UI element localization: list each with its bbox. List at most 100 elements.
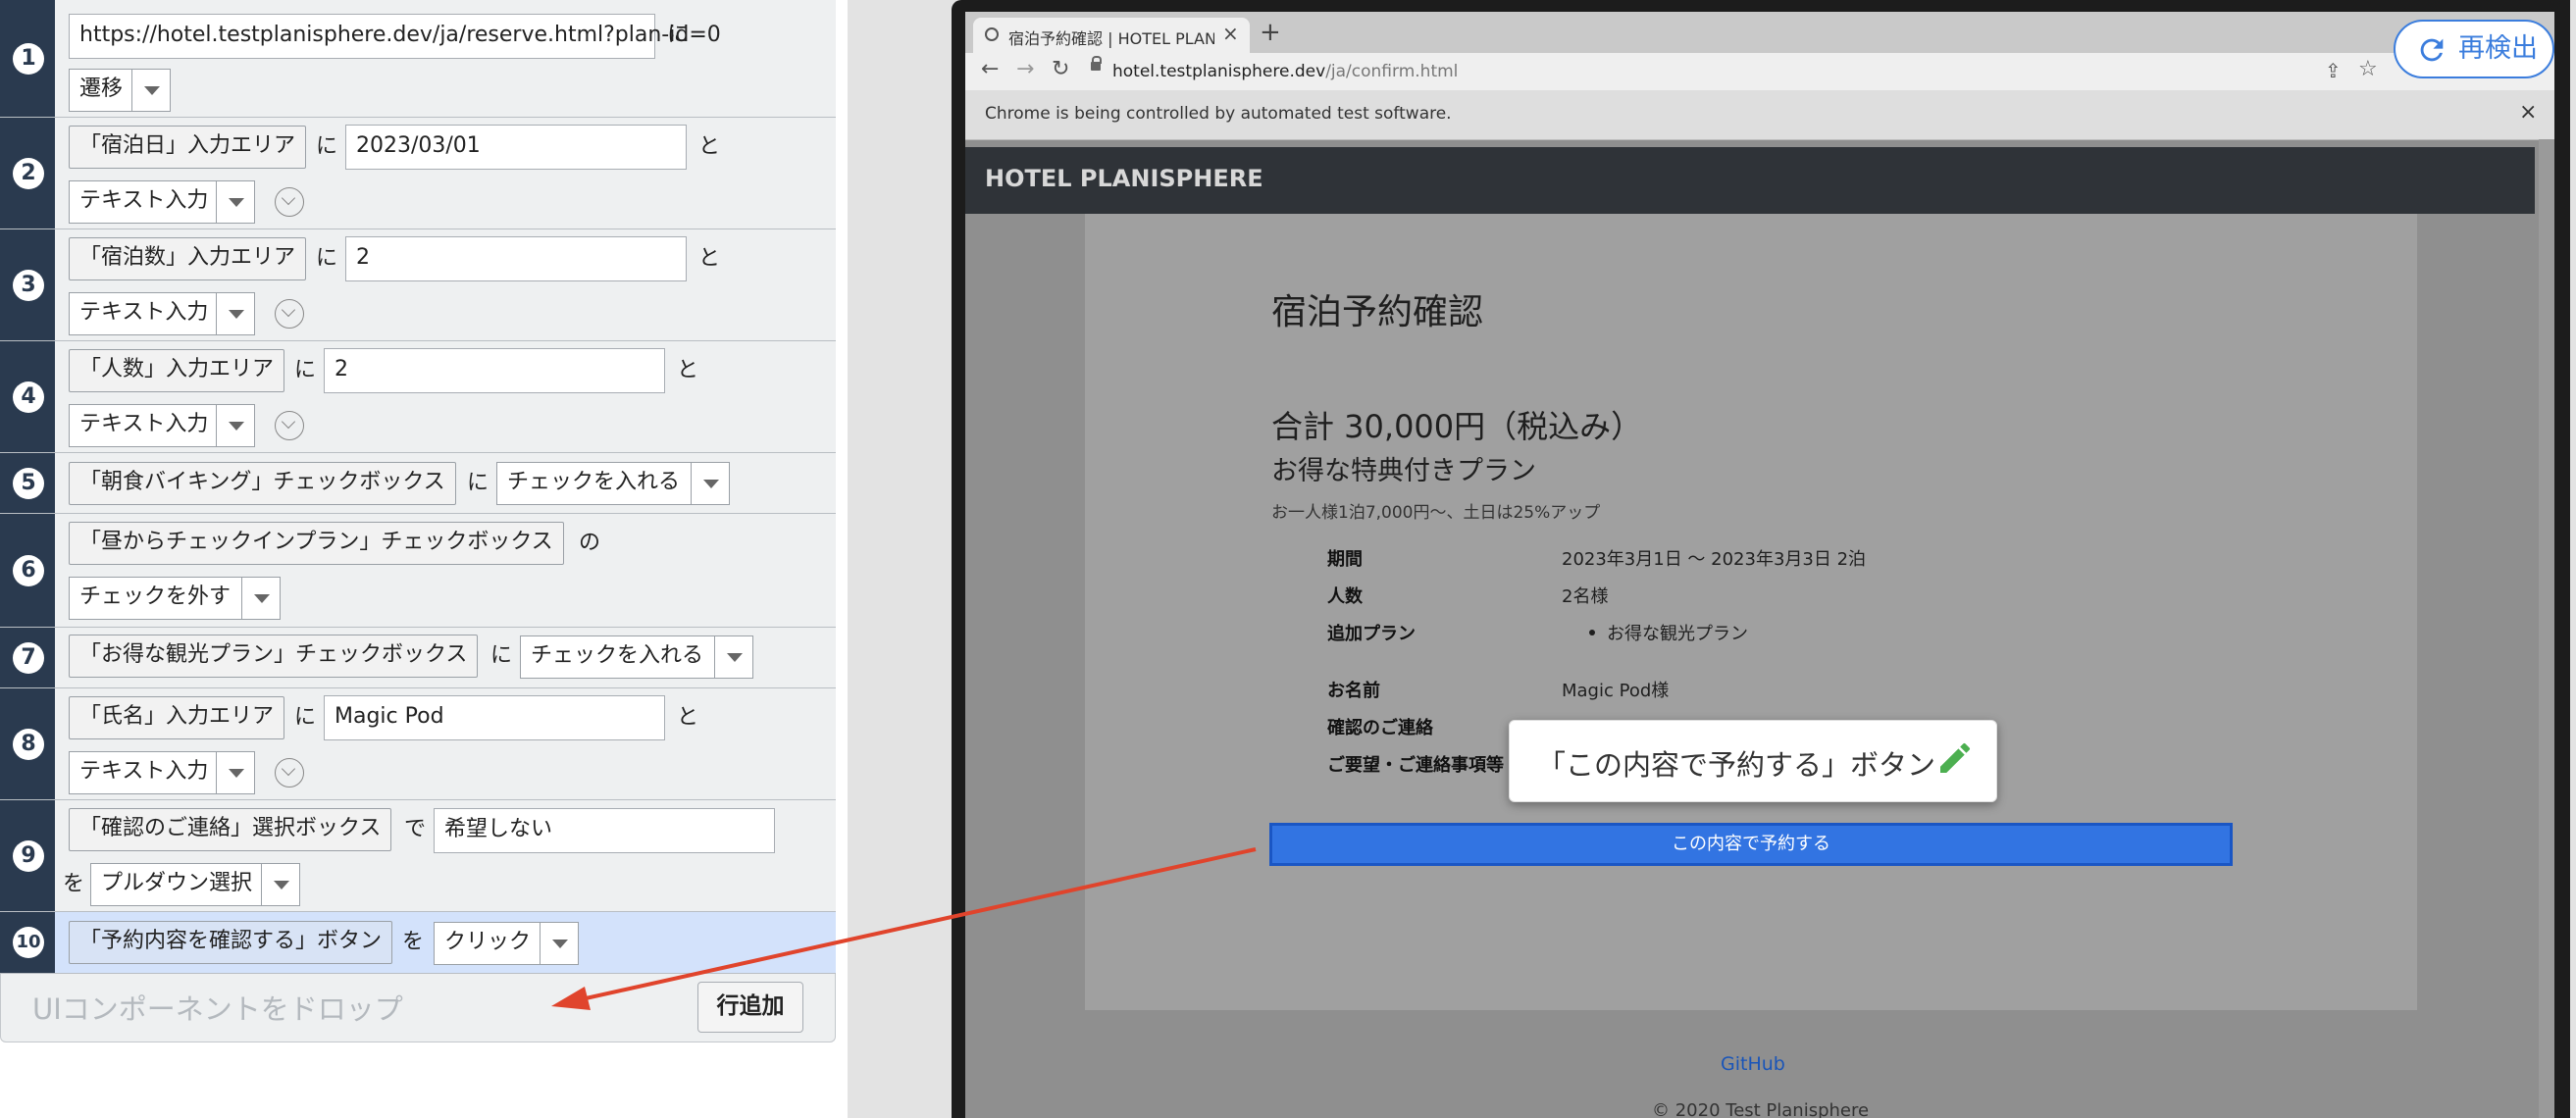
site-brand[interactable]: HOTEL PLANISPHERE [985,165,1263,192]
connector-text: に [316,134,338,159]
step-row-1[interactable]: 1 https://hotel.testplanisphere.dev/ja/r… [0,0,836,118]
copyright: © 2020 Test Planisphere [1652,1100,1870,1118]
plan-description: お一人様1泊7,000円〜、土日は25%アップ [1271,503,1601,523]
plan-name: お得な特典付きプラン [1271,456,1536,486]
automation-infobar: Chrome is being controlled by automated … [965,90,2554,140]
step-row-3[interactable]: 3 「宿泊数」入力エリア に 2 と テキスト入力 [0,229,836,341]
back-icon[interactable]: ← [981,57,999,81]
action-select[interactable]: チェックを入れる [496,462,730,505]
target-chip[interactable]: 「昼からチェックインプラン」チェックボックス [69,522,564,565]
target-chip[interactable]: 「お得な観光プラン」チェックボックス [69,635,479,678]
target-chip[interactable]: 「氏名」入力エリア [69,696,285,739]
browser-tab[interactable]: 宿泊予約確認 | HOTEL PLANISPHERE × [973,18,1250,53]
add-row-button[interactable]: 行追加 [697,982,803,1033]
detail-label: ご要望・ご連絡事項等 [1327,755,1504,776]
tooltip-label: 「この内容で予約する」ボタン [1537,748,1936,782]
step-number: 4 [0,341,55,452]
redetect-button[interactable]: 再検出 [2394,20,2554,78]
target-chip[interactable]: 「朝食バイキング」チェックボックス [69,462,456,505]
pencil-icon[interactable] [1935,738,1975,778]
forward-icon[interactable]: → [1016,57,1034,81]
target-chip[interactable]: 「予約内容を確認する」ボタン [69,921,393,964]
url-input[interactable]: https://hotel.testplanisphere.dev/ja/res… [69,14,721,59]
connector-text: に [316,246,338,271]
connector-text: に [294,705,317,730]
chevron-down-icon [131,70,170,111]
value-input[interactable]: Magic Pod [324,695,665,740]
github-link[interactable]: GitHub [1721,1053,1785,1075]
step-row-8[interactable]: 8 「氏名」入力エリア に Magic Pod と テキスト入力 [0,688,836,800]
action-select[interactable]: テキスト入力 [69,751,255,794]
connector-text: に [667,23,690,47]
detail-value: 2023年3月1日 〜 2023年3月3日 2泊 [1562,549,1867,570]
target-chip[interactable]: 「宿泊数」入力エリア [69,237,307,280]
detail-label: 期間 [1327,549,1363,570]
connector-text: に [467,471,489,495]
share-icon[interactable]: ⇪ [2325,59,2342,82]
expand-options-icon[interactable] [275,187,304,217]
star-icon[interactable]: ☆ [2358,57,2378,81]
address-bar[interactable]: hotel.testplanisphere.dev/ja/confirm.htm… [1112,58,2466,85]
action-select[interactable]: 遷移 [69,69,171,112]
expand-options-icon[interactable] [275,758,304,788]
scrollbar[interactable] [2539,139,2554,1118]
refresh-icon [2420,38,2444,62]
chevron-down-icon [691,463,729,504]
step-row-2[interactable]: 2 「宿泊日」入力エリア に 2023/03/01 と テキスト入力 [0,118,836,229]
drop-placeholder: UIコンポーネントをドロップ [32,992,403,1026]
step-row-9[interactable]: 9 「確認のご連絡」選択ボックス で 希望しない を プルダウン選択 [0,800,836,912]
plus-icon[interactable]: + [1260,18,1281,47]
value-input[interactable]: 2023/03/01 [345,125,687,170]
chevron-down-icon [241,578,280,619]
total-price: 合計 30,000円（税込み） [1271,408,1643,445]
expand-options-icon[interactable] [275,411,304,440]
action-select[interactable]: チェックを外す [69,577,281,620]
value-input[interactable]: 希望しない [434,808,775,853]
step-row-6[interactable]: 6 「昼からチェックインプラン」チェックボックス の チェックを外す [0,514,836,628]
chevron-down-icon [216,181,254,223]
action-select[interactable]: チェックを入れる [520,635,753,679]
step-number: 9 [0,800,55,911]
step-row-7[interactable]: 7 「お得な観光プラン」チェックボックス に チェックを入れる [0,628,836,688]
lock-icon [1091,56,1102,71]
expand-options-icon[interactable] [275,299,304,329]
reload-icon[interactable]: ↻ [1052,57,1069,81]
value-input[interactable]: 2 [345,236,687,281]
detail-label: お名前 [1327,681,1380,701]
element-tooltip[interactable]: 「この内容で予約する」ボタン [1509,720,1997,802]
target-chip[interactable]: 「人数」入力エリア [69,349,285,392]
detail-label: 人数 [1327,586,1363,607]
confirm-reservation-button[interactable]: この内容で予約する [1269,823,2233,866]
step-number: 1 [0,0,55,117]
drop-zone[interactable]: UIコンポーネントをドロップ 行追加 [0,974,836,1042]
connector-text: と [677,358,699,382]
action-select[interactable]: テキスト入力 [69,404,255,447]
globe-icon [985,27,999,41]
connector-text: を [402,930,425,954]
step-row-10[interactable]: 10 「予約内容を確認する」ボタン を クリック [0,912,836,974]
target-chip[interactable]: 「確認のご連絡」選択ボックス [69,808,392,851]
action-select[interactable]: テキスト入力 [69,292,255,335]
connector-text: で [404,817,427,841]
close-icon[interactable]: × [2519,100,2537,125]
value-input[interactable]: 2 [324,348,665,393]
address-bar-row: ← → ↻ hotel.testplanisphere.dev/ja/confi… [965,53,2554,90]
detail-value: 2名様 [1562,586,1609,607]
action-select[interactable]: プルダウン選択 [90,863,300,906]
detail-value: お得な観光プラン [1607,624,1748,644]
detail-label: 追加プラン [1327,624,1416,644]
step-number: 6 [0,514,55,627]
chevron-down-icon [714,636,752,678]
tab-strip: 宿泊予約確認 | HOTEL PLANISPHERE × + [965,12,2554,53]
action-select[interactable]: テキスト入力 [69,180,255,224]
close-icon[interactable]: × [1222,22,1239,45]
chevron-down-icon [216,752,254,793]
step-row-4[interactable]: 4 「人数」入力エリア に 2 と テキスト入力 [0,341,836,453]
target-chip[interactable]: 「宿泊日」入力エリア [69,126,307,169]
list-bullet [1589,630,1595,635]
chevron-down-icon [216,293,254,334]
connector-text: と [698,134,721,159]
chevron-down-icon [261,864,299,905]
step-row-5[interactable]: 5 「朝食バイキング」チェックボックス に チェックを入れる [0,453,836,514]
action-select[interactable]: クリック [434,922,579,965]
